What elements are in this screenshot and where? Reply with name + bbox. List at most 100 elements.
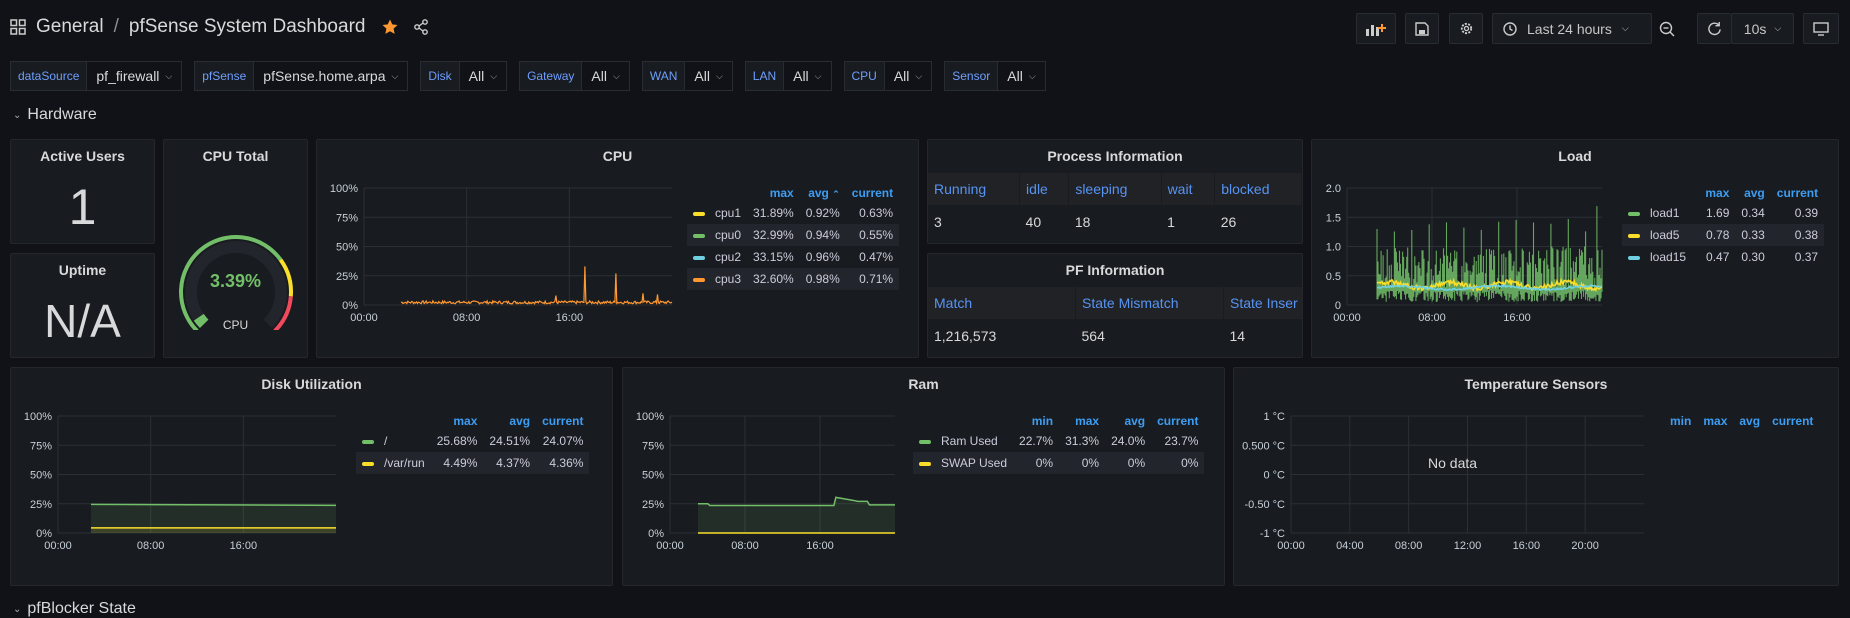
variable-wan: WAN All ⌵ (641, 61, 733, 91)
panel-load[interactable]: Load 2.0 1.5 1.0 0.5 0 00:00 08:00 16:00 max avg… (1311, 139, 1839, 358)
legend-row[interactable]: /var/run 4.49% 4.37% 4.36% (356, 452, 590, 474)
legend-header-avg[interactable]: avg (483, 412, 536, 430)
legend-row[interactable]: load5 0.78 0.33 0.38 (1622, 224, 1825, 246)
y-tick-label: 50% (30, 470, 52, 482)
table-header[interactable]: idle (1019, 173, 1070, 205)
legend-header-avg[interactable]: avg ⌃ (800, 184, 846, 202)
add-panel-button[interactable] (1356, 13, 1396, 44)
legend-header-max[interactable]: max (431, 412, 484, 430)
legend-row[interactable]: cpu0 32.99% 0.94% 0.55% (687, 224, 900, 246)
variable-select[interactable]: All ⌵ (884, 61, 933, 91)
chevron-down-icon: ⌵ (165, 70, 173, 81)
y-tick-label: 100% (330, 183, 358, 195)
legend-header-avg[interactable]: avg (1105, 412, 1151, 430)
table-cell: 1 (1167, 214, 1175, 230)
zoom-out-button[interactable] (1654, 13, 1680, 44)
legend-header-min[interactable]: min (1664, 412, 1697, 430)
chevron-down-icon: ⌵ (814, 70, 822, 81)
dashboard-settings-button[interactable] (1449, 13, 1483, 44)
panel-cpu[interactable]: CPU 100% 75% 50% 25% 0% 00:00 08:00 16:00 max av… (316, 139, 919, 358)
variable-value: All (591, 68, 607, 84)
cpu-legend: max avg ⌃ current cpu1 31.89% 0.92% 0.63% cpu… (687, 184, 900, 290)
panel-uptime[interactable]: Uptime N/A (10, 253, 155, 358)
y-tick-label: 25% (30, 499, 52, 511)
variable-select[interactable]: All ⌵ (998, 61, 1046, 91)
breadcrumb: General / pfSense System Dashboard (10, 16, 429, 38)
disk-chart: 100% 75% 50% 25% 0%00:00 08:00 16:00 (24, 411, 337, 552)
legend-header-avg[interactable]: avg (1733, 412, 1766, 430)
tv-mode-button[interactable] (1803, 13, 1839, 44)
legend-row[interactable]: /25.68% 24.51% 24.07% (356, 430, 589, 452)
legend-row[interactable]: cpu2 33.15% 0.96% 0.47% (687, 246, 899, 268)
panel-cpu-total[interactable]: CPU Total 3.39% CPU (163, 139, 308, 358)
y-tick-label: 50% (336, 242, 358, 254)
time-range-picker[interactable]: Last 24 hours ⌵ (1492, 13, 1652, 44)
legend-row[interactable]: SWAP Used 0% 0% 0% 0% (913, 452, 1205, 474)
row-header-pfblocker[interactable]: ⌄ pfBlocker State (13, 600, 136, 618)
x-tick-label: 00:00 (1333, 312, 1361, 324)
x-tick-label: 16:00 (1503, 312, 1531, 324)
row-title: Hardware (27, 106, 97, 123)
variable-select[interactable]: All ⌵ (685, 61, 733, 91)
legend-header-current[interactable]: current (1151, 412, 1204, 430)
share-icon[interactable] (413, 19, 429, 35)
table-header[interactable]: Match (928, 287, 1076, 319)
dashboards-grid-icon[interactable] (10, 19, 26, 35)
panel-title: Temperature Sensors (1464, 376, 1608, 392)
legend-header-avg[interactable]: avg (1735, 184, 1770, 202)
panel-active-users[interactable]: Active Users 1 (10, 139, 155, 244)
ram-legend: min max avg current Ram Used 22.7% 31.3% 24.0%… (913, 412, 1205, 474)
variable-select[interactable]: All ⌵ (582, 61, 630, 91)
legend-header-current[interactable]: current (1771, 184, 1824, 202)
table-header[interactable]: wait (1161, 173, 1216, 205)
monitor-icon (1813, 21, 1829, 36)
legend-header-max[interactable]: max (1697, 412, 1733, 430)
panel-disk-utilization[interactable]: Disk Utilization 100% 75% 50% 25% 0% 00:00 08:… (10, 367, 613, 586)
variable-select[interactable]: pfSense.home.arpa ⌵ (254, 61, 409, 91)
process-table: Running idle sleeping wait blocked 3 40 … (928, 173, 1302, 239)
panel-pf-information[interactable]: PF Information Match State Mismatch Stat… (927, 253, 1303, 358)
legend-header-current[interactable]: current (536, 412, 589, 430)
x-tick-label: 16:00 (230, 540, 258, 552)
legend-header-min[interactable]: min (1013, 412, 1059, 430)
variable-select[interactable]: All ⌵ (784, 61, 832, 91)
dashboard-title[interactable]: pfSense System Dashboard (129, 16, 366, 38)
star-icon[interactable] (381, 18, 399, 36)
save-dashboard-button[interactable] (1405, 13, 1439, 44)
breadcrumb-folder[interactable]: General (36, 16, 104, 38)
legend-header-max[interactable]: max (1059, 412, 1105, 430)
table-header[interactable]: blocked (1214, 173, 1302, 205)
legend-header-current[interactable]: current (846, 184, 899, 202)
panel-process-information[interactable]: Process Information Running idle sleepin… (927, 139, 1303, 244)
variable-lan: LAN All ⌵ (744, 61, 832, 91)
panel-temperature-sensors[interactable]: Temperature Sensors 1 °C 0.500 °C 0 °C -0.5… (1233, 367, 1839, 586)
refresh-button[interactable] (1697, 13, 1731, 44)
legend-row[interactable]: Ram Used 22.7% 31.3% 24.0% 23.7% (913, 430, 1204, 452)
table-header[interactable]: Running (928, 173, 1021, 205)
y-tick-label: 0% (342, 300, 358, 312)
legend-header-current[interactable]: current (1766, 412, 1819, 430)
y-tick-label: 0 °C (1263, 470, 1285, 482)
table-header[interactable]: State Inser (1223, 287, 1302, 319)
legend-row[interactable]: load1 1.69 0.34 0.39 (1622, 202, 1824, 224)
table-cell: 564 (1081, 328, 1105, 344)
table-header[interactable]: State Mismatch (1075, 287, 1224, 319)
table-header[interactable]: sleeping (1068, 173, 1162, 205)
table-cell: 40 (1025, 214, 1042, 230)
panel-title: Uptime (58, 262, 107, 278)
row-header-hardware[interactable]: ⌄ Hardware (13, 106, 97, 124)
x-tick-label: 00:00 (1277, 540, 1305, 552)
cpu-gauge-arcs (179, 235, 293, 330)
legend-header-max[interactable]: max (1699, 184, 1735, 202)
legend-header-max[interactable]: max (747, 184, 800, 202)
table-row: 3 40 18 1 26 (928, 205, 1302, 239)
refresh-interval-picker[interactable]: 10s ⌵ (1731, 13, 1794, 44)
legend-row[interactable]: cpu3 32.60% 0.98% 0.71% (687, 268, 900, 290)
variable-value: pfSense.home.arpa (263, 68, 386, 84)
variable-value: All (694, 68, 710, 84)
variable-select[interactable]: pf_firewall ⌵ (87, 61, 183, 91)
legend-row[interactable]: load15 0.47 0.30 0.37 (1622, 246, 1824, 268)
panel-ram[interactable]: Ram 100% 75% 50% 25% 0% 00:00 08:00 16:00 min ma… (622, 367, 1225, 586)
variable-select[interactable]: All ⌵ (459, 61, 508, 91)
legend-row[interactable]: cpu1 31.89% 0.92% 0.63% (687, 202, 899, 224)
